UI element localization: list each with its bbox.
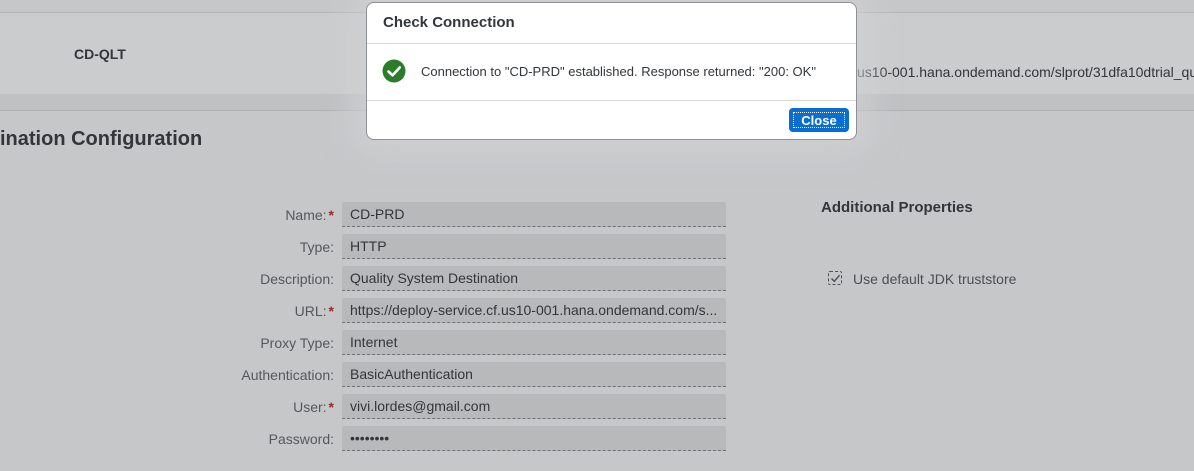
- checkmark-icon: [830, 274, 841, 283]
- user-label: User: *: [293, 399, 334, 415]
- name-label: Name: *: [285, 207, 334, 223]
- required-marker: *: [328, 399, 334, 415]
- destination-row-url: us10-001.hana.ondemand.com/slprot/31dfa1…: [857, 64, 1194, 80]
- destination-row-name: CD-QLT: [74, 46, 126, 62]
- user-field[interactable]: vivi.lordes@gmail.com: [342, 394, 726, 419]
- url-value: https://deploy-service.cf.us10-001.hana.…: [350, 302, 718, 318]
- password-value: ••••••••: [350, 430, 390, 446]
- proxy-type-label: Proxy Type:: [260, 335, 334, 351]
- type-field[interactable]: HTTP: [342, 234, 726, 259]
- dialog-header: Check Connection: [367, 3, 856, 44]
- check-connection-dialog: Check Connection Connection to "CD-PRD" …: [366, 2, 857, 140]
- dialog-message: Connection to "CD-PRD" established. Resp…: [421, 64, 816, 79]
- section-title: ination Configuration: [0, 128, 203, 150]
- type-label: Type:: [299, 239, 334, 255]
- dialog-title: Check Connection: [383, 14, 515, 31]
- authentication-value: BasicAuthentication: [350, 366, 473, 382]
- additional-properties-title: Additional Properties: [821, 199, 973, 216]
- description-field[interactable]: Quality System Destination: [342, 266, 726, 291]
- required-marker: *: [328, 303, 334, 319]
- dialog-footer: Close: [367, 100, 856, 139]
- url-field[interactable]: https://deploy-service.cf.us10-001.hana.…: [342, 298, 726, 323]
- url-label: URL: *: [294, 303, 334, 319]
- required-marker: *: [328, 207, 334, 223]
- success-check-icon: [382, 59, 406, 83]
- description-value: Quality System Destination: [350, 270, 519, 286]
- close-button[interactable]: Close: [790, 109, 848, 131]
- user-value: vivi.lordes@gmail.com: [350, 398, 491, 414]
- use-default-jdk-truststore-label[interactable]: Use default JDK truststore: [853, 271, 1016, 287]
- name-field[interactable]: CD-PRD: [342, 202, 726, 227]
- authentication-label: Authentication:: [241, 367, 334, 383]
- name-value: CD-PRD: [350, 206, 405, 222]
- use-default-jdk-truststore-checkbox[interactable]: [828, 271, 842, 285]
- password-field[interactable]: ••••••••: [342, 426, 726, 451]
- proxy-type-field[interactable]: Internet: [342, 330, 726, 355]
- password-label: Password:: [268, 431, 334, 447]
- description-label: Description:: [260, 271, 334, 287]
- type-value: HTTP: [350, 238, 387, 254]
- proxy-type-value: Internet: [350, 334, 398, 350]
- authentication-field[interactable]: BasicAuthentication: [342, 362, 726, 387]
